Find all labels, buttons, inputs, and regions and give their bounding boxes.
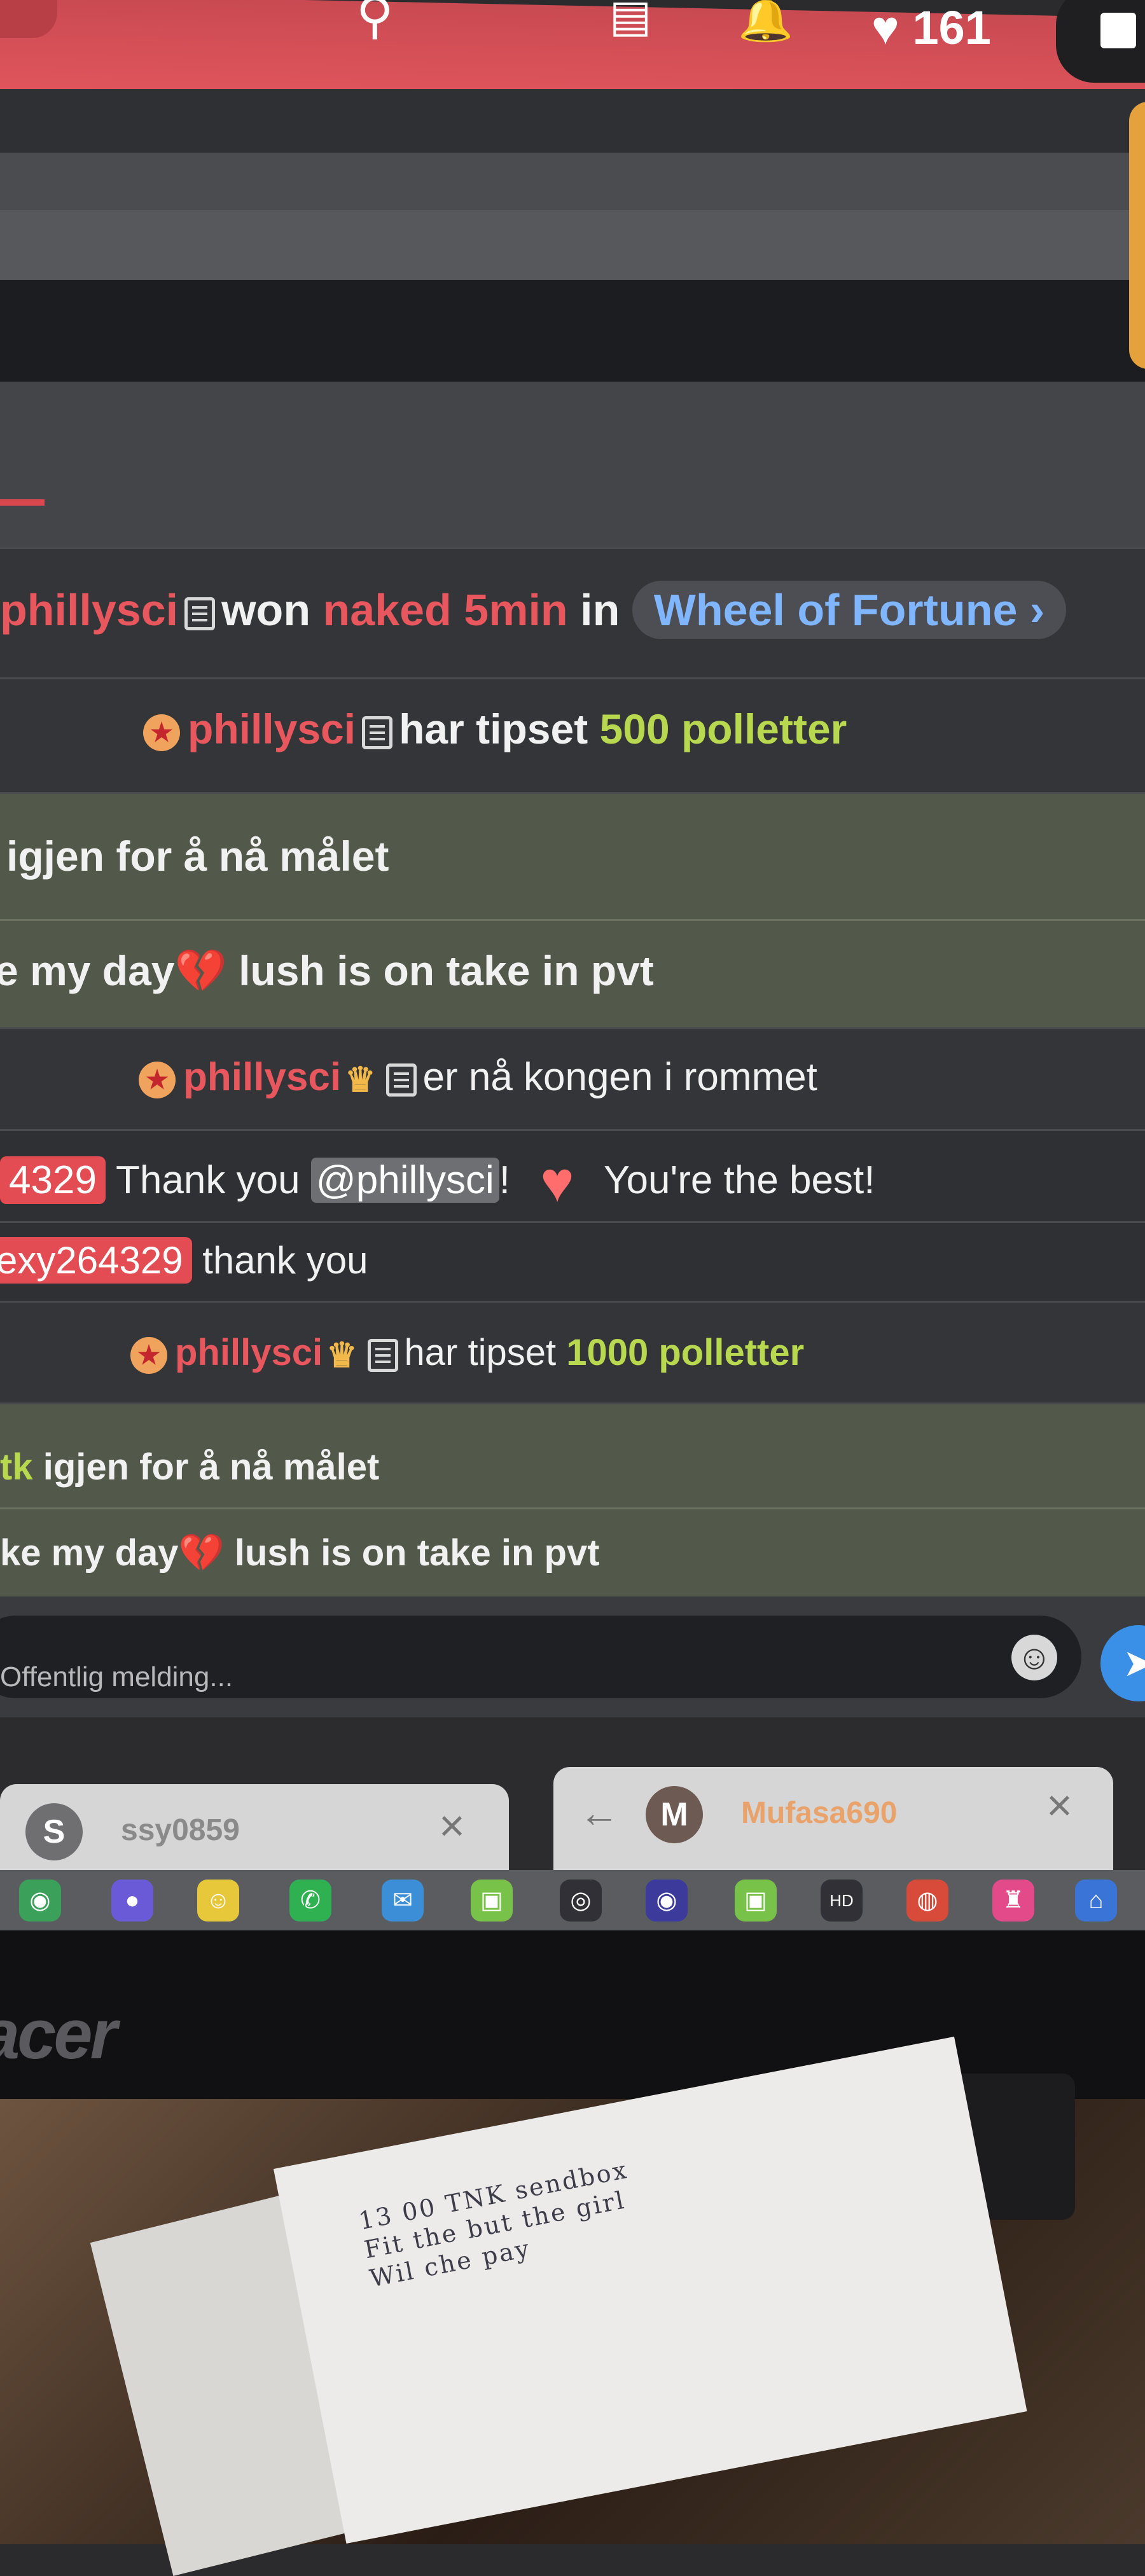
document-icon — [385, 1063, 417, 1097]
messenger-icon[interactable]: ✉ — [382, 1880, 424, 1922]
side-panel-edge[interactable] — [1129, 102, 1145, 369]
message-input-placeholder: Offentlig melding... — [0, 1661, 233, 1693]
tab-label: Mufasa690 — [741, 1796, 898, 1830]
username[interactable]: phillysci — [0, 585, 178, 635]
goal-message: igjen for å nå målet — [0, 792, 1145, 921]
document-icon — [184, 597, 216, 630]
tip-amount: 1000 polletter — [566, 1332, 805, 1373]
header-stripe — [0, 280, 1145, 382]
mention-tag[interactable]: @phillysci — [310, 1157, 499, 1203]
back-arrow-icon[interactable]: ← — [579, 1789, 620, 1836]
broken-heart-icon: 💔 — [174, 947, 227, 994]
chat-app-icon[interactable]: ● — [111, 1880, 153, 1922]
star-badge-icon: ★ — [130, 1336, 167, 1374]
message-text: in — [580, 585, 620, 635]
obs-icon[interactable]: ◎ — [560, 1880, 602, 1922]
message-text: ke my day — [0, 1532, 179, 1574]
username[interactable]: phillysci — [175, 1332, 323, 1373]
close-icon[interactable]: × — [439, 1800, 465, 1851]
chat-message: phillysci won naked 5min in Wheel of Fort… — [0, 547, 1145, 679]
game-icon[interactable]: ▣ — [735, 1880, 777, 1922]
menu-button[interactable] — [1056, 0, 1145, 83]
document-icon — [362, 716, 393, 749]
message-text: har tipset — [399, 705, 588, 752]
message-text: my day — [30, 947, 175, 994]
message-text: lush is on take in pvt — [239, 947, 654, 994]
chat-message: ke my day💔 lush is on take in pvt — [0, 1507, 1145, 1598]
message-text: er nå kongen i rommet — [422, 1055, 817, 1099]
chat-message: e my day💔 lush is on take in pvt — [0, 919, 1145, 1029]
chat-tab-ssy0859[interactable]: S ssy0859 × — [0, 1784, 509, 1873]
header-stripe — [0, 210, 1145, 280]
app-icon[interactable]: ◉ — [19, 1880, 61, 1922]
header-stripe — [0, 89, 1145, 153]
hd-app-icon[interactable]: HD — [821, 1880, 863, 1922]
message-text: e — [0, 947, 18, 994]
crown-icon: ♛ — [326, 1336, 357, 1375]
username[interactable]: phillysci — [188, 705, 356, 752]
broken-heart-icon: 💔 — [178, 1532, 225, 1574]
settings-slider-icon[interactable]: ⚲ — [356, 0, 394, 41]
message-text: igjen for å nå målet — [6, 833, 389, 880]
chat-message: exy264329 thank you — [0, 1221, 1145, 1303]
crown-icon: ♛ — [345, 1061, 376, 1100]
prize-text: naked 5min — [323, 585, 568, 635]
monitor-brand-logo: acer — [0, 1995, 117, 2074]
like-count: 161 — [912, 1, 991, 54]
emoji-icon[interactable]: ☺ — [1011, 1635, 1057, 1680]
chat-tab-mufasa690[interactable]: ← M Mufasa690 × — [553, 1767, 1113, 1873]
username-tag[interactable]: 4329 — [0, 1156, 106, 1204]
tip-message: ★ phillysci har tipset 500 polletter — [0, 677, 1145, 794]
message-text: igjen for å nå målet — [43, 1446, 380, 1488]
tab-strip — [0, 382, 1145, 547]
bell-icon[interactable]: 🔔 — [738, 0, 793, 41]
message-text: thank you — [202, 1239, 368, 1282]
king-message: ★ phillysci ♛ er nå kongen i rommet — [0, 1027, 1145, 1131]
tab-label: ssy0859 — [121, 1813, 240, 1847]
document-icon — [367, 1338, 398, 1372]
message-text: har tipset — [404, 1332, 557, 1373]
heart-icon: ♥ — [871, 1, 899, 54]
header-stripe — [0, 153, 1145, 210]
wheel-of-fortune-link[interactable]: Wheel of Fortune › — [632, 581, 1067, 639]
active-tab-underline — [0, 499, 45, 506]
media-icon[interactable]: ◉ — [646, 1880, 688, 1922]
star-badge-icon: ★ — [143, 714, 180, 751]
message-text: You're the best! — [603, 1158, 875, 1202]
message-text: won — [221, 585, 311, 635]
avatar: M — [646, 1786, 703, 1843]
app-icon[interactable]: ⌂ — [1075, 1880, 1117, 1922]
chat-message: 4329 Thank you @phillysci! ♥ You're the … — [0, 1129, 1145, 1223]
snapchat-icon[interactable]: ☺ — [197, 1880, 239, 1922]
username-tag[interactable]: exy264329 — [0, 1237, 192, 1284]
chrome-icon[interactable]: ◍ — [906, 1880, 948, 1922]
message-text: ! — [499, 1158, 511, 1202]
username[interactable]: phillysci — [183, 1055, 341, 1099]
close-icon[interactable]: × — [1046, 1780, 1072, 1831]
tip-message: ★ phillysci ♛ har tipset 1000 polletter — [0, 1301, 1145, 1404]
tip-amount: 500 polletter — [599, 705, 847, 752]
message-text: Thank you — [116, 1158, 300, 1202]
whatsapp-icon[interactable]: ✆ — [289, 1880, 331, 1922]
document-icon[interactable]: ▤ — [609, 0, 651, 38]
message-text: tk — [0, 1446, 33, 1488]
heart-icon: ♥ — [540, 1151, 574, 1214]
game-icon[interactable]: ▣ — [471, 1880, 513, 1922]
message-text: lush is on take in pvt — [234, 1532, 600, 1574]
star-badge-icon: ★ — [139, 1061, 176, 1098]
app-icon[interactable]: ♜ — [992, 1880, 1034, 1922]
avatar: S — [25, 1803, 83, 1860]
goal-message: tk igjen for å nå målet — [0, 1402, 1145, 1509]
like-counter[interactable]: ♥ 161 — [871, 4, 991, 52]
